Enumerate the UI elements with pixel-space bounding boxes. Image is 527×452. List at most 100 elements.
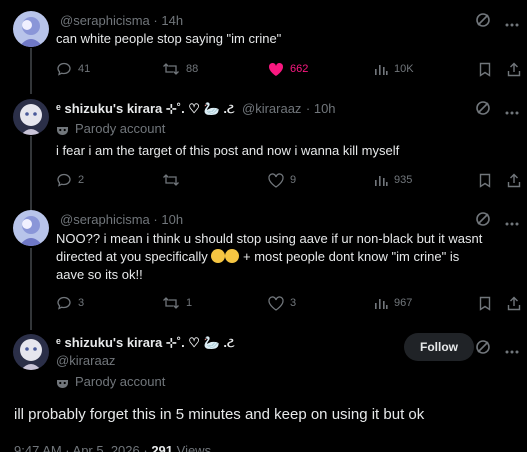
parody-mask-icon [56, 377, 69, 388]
like-count: 3 [290, 297, 297, 309]
heart-icon [268, 172, 284, 188]
like-count: 9 [290, 174, 297, 186]
views-icon [374, 173, 388, 187]
repost-count: 88 [186, 63, 199, 75]
author-handle[interactable]: @seraphicisma [60, 212, 150, 227]
like-button[interactable]: 9 [268, 170, 296, 190]
post-top-icons [475, 339, 519, 360]
pleading-face-emoji [225, 249, 240, 263]
parody-label: Parody account [56, 121, 527, 136]
main-post-text: ill probably forget this in 5 minutes an… [14, 406, 425, 423]
post-text: NOO?? i mean i think u should stop using… [56, 230, 516, 284]
heart-filled-icon [268, 62, 284, 77]
post-timestamp[interactable]: 9:47 AM · Apr 5, 2026 · [14, 443, 151, 452]
post-time[interactable]: 14h [161, 13, 183, 28]
reply-icon [56, 295, 72, 311]
post-top-icons [475, 211, 519, 232]
reply-button[interactable]: 3 [56, 293, 84, 313]
like-count: 662 [290, 63, 309, 75]
reply-count: 3 [78, 297, 85, 309]
repost-icon [162, 61, 180, 77]
post-text: i fear i am the target of this post and … [56, 143, 400, 158]
post-top-icons [475, 100, 519, 121]
separator: · [305, 101, 314, 116]
display-name[interactable]: ᵉ shizuku's kirara ⊹˚. ♡ 🦢 .ટ [56, 335, 235, 351]
bookmark-icon [479, 173, 491, 188]
grok-icon[interactable] [475, 100, 491, 121]
post-header: ᵉ shizuku's kirara ⊹˚. ♡ 🦢 .ટ @kiraraaz … [56, 100, 527, 118]
post-actions: 2 9 935 [56, 170, 527, 190]
more-icon[interactable] [505, 213, 519, 231]
parody-text: Parody account [75, 121, 166, 136]
reply-icon [56, 172, 72, 188]
reply-count: 41 [78, 63, 91, 75]
post-header: @seraphicisma · 10h [56, 211, 527, 229]
like-button[interactable]: 662 [268, 59, 308, 79]
parody-label: Parody account [56, 374, 527, 389]
reply-icon [56, 61, 72, 77]
more-icon[interactable] [505, 102, 519, 120]
avatar[interactable] [13, 210, 49, 246]
bookmark-button[interactable] [479, 170, 491, 190]
post-text: can white people stop saying "im crine" [56, 31, 282, 46]
views-count: 967 [394, 297, 413, 309]
views-button[interactable]: 935 [374, 170, 412, 190]
share-icon [507, 173, 521, 188]
share-icon [507, 296, 521, 311]
views-icon [374, 296, 388, 310]
avatar[interactable] [13, 99, 49, 135]
post-time[interactable]: 10h [161, 212, 183, 227]
bookmark-button[interactable] [479, 59, 491, 79]
bookmark-icon [479, 62, 491, 77]
repost-button[interactable]: 88 [162, 59, 198, 79]
repost-count: 1 [186, 297, 193, 309]
repost-icon [162, 172, 180, 188]
repost-button[interactable]: 1 [162, 293, 192, 313]
parody-mask-icon [56, 124, 69, 135]
bookmark-icon [479, 296, 491, 311]
follow-button[interactable]: Follow [404, 333, 474, 361]
post-text-line: NOO?? i mean i think u should stop using… [56, 231, 483, 246]
post-header: @seraphicisma · 14h [56, 12, 527, 30]
share-button[interactable] [507, 293, 521, 313]
post-text-line: directed at you specifically [56, 249, 208, 264]
more-icon[interactable] [505, 341, 519, 359]
author-handle[interactable]: @kiraraaz [242, 101, 301, 116]
avatar[interactable] [13, 11, 49, 47]
grok-icon[interactable] [475, 211, 491, 232]
views-button[interactable]: 967 [374, 293, 412, 313]
post-text-line: + most people dont know "im crine" is [243, 249, 460, 264]
grok-icon[interactable] [475, 339, 491, 360]
parody-text: Parody account [75, 374, 166, 389]
share-button[interactable] [507, 59, 521, 79]
views-count: 10K [394, 63, 414, 75]
post-actions: 41 88 662 10K [56, 59, 527, 79]
views-icon [374, 62, 388, 76]
more-icon[interactable] [505, 14, 519, 32]
post-actions: 3 1 3 967 [56, 293, 527, 313]
views-label: Views [173, 443, 212, 452]
thread-line [30, 248, 32, 330]
reply-button[interactable]: 41 [56, 59, 90, 79]
post-text-line: aave so its ok!! [56, 267, 143, 282]
like-button[interactable]: 3 [268, 293, 296, 313]
pleading-face-emoji [211, 249, 226, 263]
avatar[interactable] [13, 334, 49, 370]
repost-icon [162, 295, 180, 311]
views-button[interactable]: 10K [374, 59, 414, 79]
post-time[interactable]: 10h [314, 101, 336, 116]
repost-button[interactable] [162, 170, 186, 190]
views-count: 291 [151, 443, 174, 452]
display-name[interactable]: ᵉ shizuku's kirara ⊹˚. ♡ 🦢 .ટ [56, 101, 235, 116]
bookmark-button[interactable] [479, 293, 491, 313]
reply-count: 2 [78, 174, 85, 186]
views-count: 935 [394, 174, 413, 186]
heart-icon [268, 295, 284, 311]
share-icon [507, 62, 521, 77]
reply-button[interactable]: 2 [56, 170, 84, 190]
thread-line [30, 136, 32, 210]
post-meta: 9:47 AM · Apr 5, 2026 · 291 Views [14, 443, 211, 452]
author-handle[interactable]: @seraphicisma [60, 13, 150, 28]
share-button[interactable] [507, 170, 521, 190]
thread-line [30, 48, 32, 94]
